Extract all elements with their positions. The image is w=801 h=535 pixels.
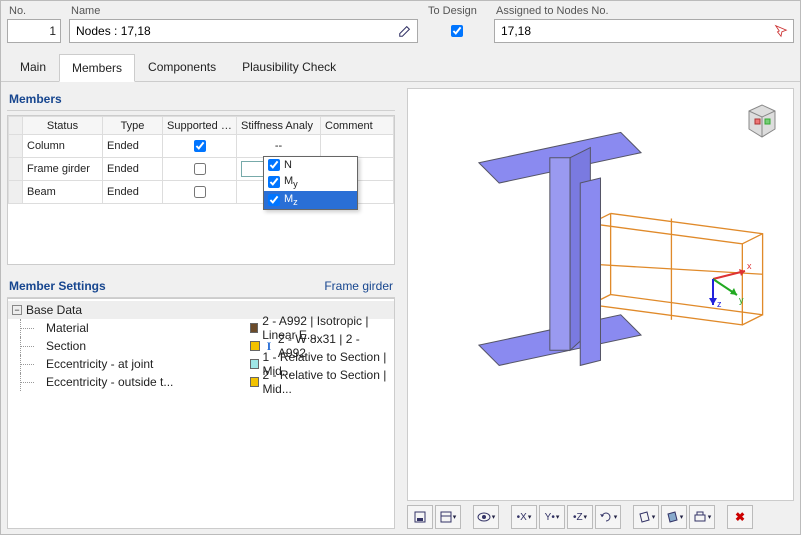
reset-icon: ✖ (735, 510, 745, 524)
svg-text:z: z (717, 299, 722, 309)
assigned-input[interactable] (499, 23, 768, 39)
tab-components[interactable]: Components (135, 53, 229, 81)
no-value: 1 (49, 24, 56, 38)
axis-gizmo-icon: x y z (693, 249, 753, 309)
axis-y-icon: Y• (545, 512, 555, 523)
view-list-button[interactable]: ▾ (435, 505, 461, 529)
collapse-icon[interactable]: − (12, 305, 22, 315)
dropdown-option[interactable]: N (264, 157, 357, 173)
col-type[interactable]: Type (103, 117, 163, 135)
axis-z-button[interactable]: •Z▾ (567, 505, 593, 529)
axis-y-button[interactable]: Y•▾ (539, 505, 565, 529)
ecc-outside-swatch-icon (250, 377, 259, 387)
reset-button[interactable]: ✖ (727, 505, 753, 529)
edit-name-icon[interactable] (396, 22, 413, 40)
name-field[interactable] (69, 19, 418, 43)
col-status[interactable]: Status (23, 117, 103, 135)
supported-checkbox[interactable] (194, 163, 206, 175)
name-input[interactable] (74, 23, 392, 39)
shaded-icon (665, 510, 679, 524)
axis-x-button[interactable]: •X▾ (511, 505, 537, 529)
tabstrip: Main Members Components Plausibility Che… (1, 43, 800, 82)
visibility-button[interactable]: ▾ (473, 505, 499, 529)
supported-checkbox[interactable] (194, 186, 206, 198)
tree-connector-icon (12, 319, 42, 337)
no-label: No. (7, 5, 61, 19)
option-checkbox[interactable] (268, 159, 280, 171)
supported-checkbox[interactable] (194, 140, 206, 152)
tree-connector-icon (12, 373, 42, 391)
tab-plausibility[interactable]: Plausibility Check (229, 53, 349, 81)
dropdown-option[interactable]: My (264, 173, 357, 191)
tree-connector-icon (12, 337, 42, 355)
tab-members[interactable]: Members (59, 54, 135, 82)
shaded-button[interactable]: ▾ (661, 505, 687, 529)
member-settings-subject: Frame girder (324, 279, 393, 293)
rotate-icon (599, 510, 613, 524)
navigation-cube-icon[interactable] (739, 97, 785, 143)
eye-icon (477, 512, 491, 522)
3d-viewport[interactable]: x y z (407, 88, 794, 501)
members-section-title: Members (7, 88, 395, 111)
viewport-toolbar: ▾ ▾ •X▾ Y•▾ •Z▾ ▾ ▾ ▾ ▾ (407, 501, 794, 529)
axis-x-icon: •X (517, 512, 527, 523)
member-settings-title: Member Settings Frame girder (7, 275, 395, 298)
to-design-label: To Design (426, 5, 486, 19)
tree-item[interactable]: Eccentricity - outside t... 2 - Relative… (8, 373, 394, 391)
settings-tree: − Base Data Material 2 - A992 | Isotropi… (7, 298, 395, 529)
tree-connector-icon (12, 355, 42, 373)
view-save-button[interactable] (407, 505, 433, 529)
pick-nodes-icon[interactable] (772, 22, 789, 40)
col-comment[interactable]: Comment (321, 117, 394, 135)
svg-text:y: y (739, 295, 744, 305)
print-icon (693, 510, 707, 524)
no-field[interactable]: 1 (7, 19, 61, 43)
option-checkbox[interactable] (268, 194, 280, 206)
axis-z-icon: •Z (573, 512, 583, 523)
col-supported[interactable]: Supported En (163, 117, 237, 135)
view-list-icon (440, 511, 452, 523)
col-stiffness[interactable]: Stiffness Analy (237, 117, 321, 135)
stiffness-dropdown[interactable]: N My Mz (263, 156, 358, 210)
name-label: Name (69, 5, 418, 19)
col-rowhdr[interactable] (9, 117, 23, 135)
rotate-button[interactable]: ▾ (595, 505, 621, 529)
to-design-cell (426, 19, 486, 43)
wireframe-icon (637, 510, 651, 524)
assigned-label: Assigned to Nodes No. (494, 5, 794, 19)
tab-main[interactable]: Main (7, 53, 59, 81)
option-checkbox[interactable] (268, 176, 280, 188)
dropdown-option[interactable]: Mz (264, 191, 357, 209)
members-table: Status Type Supported En Stiffness Analy… (7, 115, 395, 265)
table-row[interactable]: Column Ended -- (9, 135, 394, 158)
wireframe-button[interactable]: ▾ (633, 505, 659, 529)
assigned-field[interactable] (494, 19, 794, 43)
print-button[interactable]: ▾ (689, 505, 715, 529)
view-save-icon (413, 510, 427, 524)
svg-text:x: x (747, 261, 752, 271)
to-design-checkbox[interactable] (451, 25, 463, 37)
